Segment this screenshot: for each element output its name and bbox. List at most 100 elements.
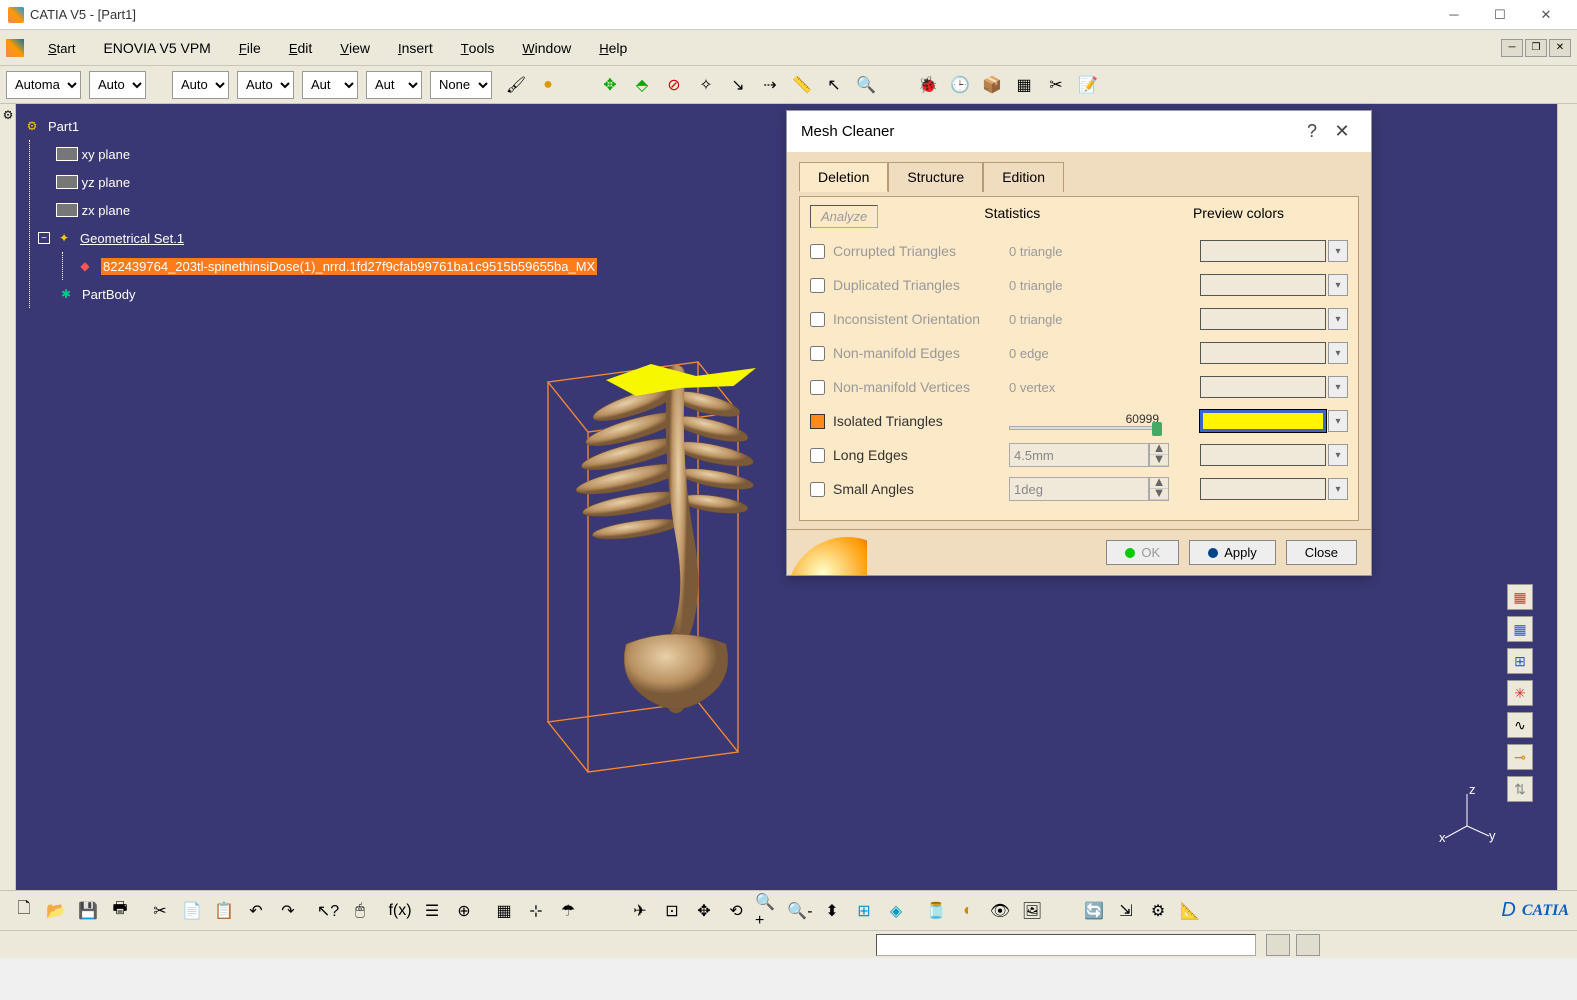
doc-minimize-button[interactable]: ─ [1501,39,1523,57]
save-icon[interactable]: 💾 [74,897,102,925]
clock-icon[interactable]: 🕒 [946,71,974,99]
menu-tools[interactable]: Tools [447,36,509,60]
drop-0[interactable]: Automa [6,71,81,99]
fly-icon[interactable]: ✈ [626,897,654,925]
drop-5[interactable]: Aut [366,71,422,99]
cut-icon[interactable]: ✂ [146,897,174,925]
tree-zx-plane[interactable]: zx plane [56,196,597,224]
formula-icon[interactable]: f(x) [386,897,414,925]
check-corrupted[interactable] [810,244,825,259]
drop-4[interactable]: Aut [302,71,358,99]
slider-isolated[interactable]: 60999 [1009,412,1159,430]
close-button[interactable]: ✕ [1523,0,1569,30]
compass-icon[interactable]: 🔄 [1080,897,1108,925]
hide-show-icon[interactable]: 👁 [986,897,1014,925]
status-icon-1[interactable] [1266,934,1290,956]
rt-icon-5[interactable]: ∿ [1507,712,1533,738]
menu-view[interactable]: View [326,36,384,60]
check-isolated[interactable] [810,414,825,429]
ok-button[interactable]: OK [1106,540,1179,565]
shading-icon[interactable]: ◐ [954,897,982,925]
rt-icon-1[interactable]: ▦ [1507,584,1533,610]
explode-icon[interactable]: ✧ [692,71,720,99]
swatch-dd-nme[interactable]: ▾ [1328,342,1348,364]
multiview-icon[interactable]: ⊞ [850,897,878,925]
tab-edition[interactable]: Edition [983,162,1064,192]
menu-enovia[interactable]: ENOVIA V5 VPM [89,36,224,60]
rt-icon-3[interactable]: ⊞ [1507,648,1533,674]
copy-icon[interactable]: 📄 [178,897,206,925]
snap-move-icon[interactable]: ⬘ [628,71,656,99]
menu-window[interactable]: Window [508,36,585,60]
swatch-duplicated[interactable] [1200,274,1326,296]
tree-expand-icon[interactable]: ⇲ [1112,897,1140,925]
menu-edit[interactable]: Edit [275,36,326,60]
zoom-out-icon[interactable]: 🔍- [786,897,814,925]
zoom-in-icon[interactable]: 🔍+ [754,897,782,925]
dimension-line-icon[interactable]: ⇢ [756,71,784,99]
move-icon[interactable]: ✥ [596,71,624,99]
table-icon[interactable]: ☰ [418,897,446,925]
tab-deletion[interactable]: Deletion [799,162,888,192]
rt-icon-7[interactable]: ⇅ [1507,776,1533,802]
open-icon[interactable]: 📂 [42,897,70,925]
check-longedges[interactable] [810,448,825,463]
rotate-icon[interactable]: ⟲ [722,897,750,925]
swatch-dd-corrupted[interactable]: ▾ [1328,240,1348,262]
dialog-close-button[interactable]: ✕ [1327,121,1357,142]
drop-2[interactable]: Auto [172,71,229,99]
doc-close-button[interactable]: ✕ [1549,39,1571,57]
sphere-icon[interactable]: ● [534,71,562,99]
doc-restore-button[interactable]: ❐ [1525,39,1547,57]
command-input[interactable] [876,934,1256,956]
render-style-icon[interactable]: 🫙 [922,897,950,925]
drop-1[interactable]: Auto [89,71,146,99]
gear-icon[interactable]: ⚙ [0,108,16,124]
value-smallangles[interactable] [1009,477,1149,501]
tree-geoset[interactable]: − ✦ Geometrical Set.1 [56,224,597,252]
whatsthis-icon[interactable]: 🖱 [346,897,374,925]
new-icon[interactable]: 🗋 [10,897,38,925]
swap-icon[interactable]: 🖼 [1018,897,1046,925]
measure-icon[interactable]: 📐 [1176,897,1204,925]
close-dlg-button[interactable]: Close [1286,540,1357,565]
tree-partbody[interactable]: ✱ PartBody [56,280,597,308]
redo-icon[interactable]: ↷ [274,897,302,925]
spin-smallangles[interactable]: ▲▼ [1149,477,1169,501]
tab-structure[interactable]: Structure [888,162,983,192]
analyze-button[interactable]: Analyze [810,205,878,228]
swatch-nme[interactable] [1200,342,1326,364]
menu-insert[interactable]: Insert [384,36,447,60]
menu-start[interactable]: Start [34,36,89,60]
knowledge-icon[interactable]: ⊕ [450,897,478,925]
swatch-dd-nmv[interactable]: ▾ [1328,376,1348,398]
tree-yz-plane[interactable]: yz plane [56,168,597,196]
swatch-isolated[interactable] [1200,410,1326,432]
swatch-dd-isolated[interactable]: ▾ [1328,410,1348,432]
drop-6[interactable]: None [430,71,492,99]
dimension-arrow-icon[interactable]: ↘ [724,71,752,99]
swatch-dd-longedges[interactable]: ▾ [1328,444,1348,466]
ruler-icon[interactable]: 📏 [788,71,816,99]
swatch-dd-duplicated[interactable]: ▾ [1328,274,1348,296]
print-icon[interactable]: 🖶 [106,897,134,925]
clip-icon[interactable]: ✂ [1042,71,1070,99]
check-inconsistent[interactable] [810,312,825,327]
swatch-dd-smallangles[interactable]: ▾ [1328,478,1348,500]
rt-icon-6[interactable]: ⊸ [1507,744,1533,770]
fit-icon[interactable]: ⊡ [658,897,686,925]
swatch-smallangles[interactable] [1200,478,1326,500]
undo-icon[interactable]: ↶ [242,897,270,925]
pan-icon[interactable]: ✥ [690,897,718,925]
iso-view-icon[interactable]: ◈ [882,897,910,925]
menu-file[interactable]: File [225,36,275,60]
select-icon[interactable]: ↖? [314,897,342,925]
check-nmv[interactable] [810,380,825,395]
paste-icon[interactable]: 📋 [210,897,238,925]
tree-item-selected[interactable]: ◆ 822439764_203tl-spinethinsiDose(1)_nrr… [75,252,597,280]
minimize-button[interactable]: ─ [1431,0,1477,30]
settings-icon[interactable]: ⚙ [1144,897,1172,925]
maximize-button[interactable]: ☐ [1477,0,1523,30]
bug-icon[interactable]: 🐞 [914,71,942,99]
check-smallangles[interactable] [810,482,825,497]
